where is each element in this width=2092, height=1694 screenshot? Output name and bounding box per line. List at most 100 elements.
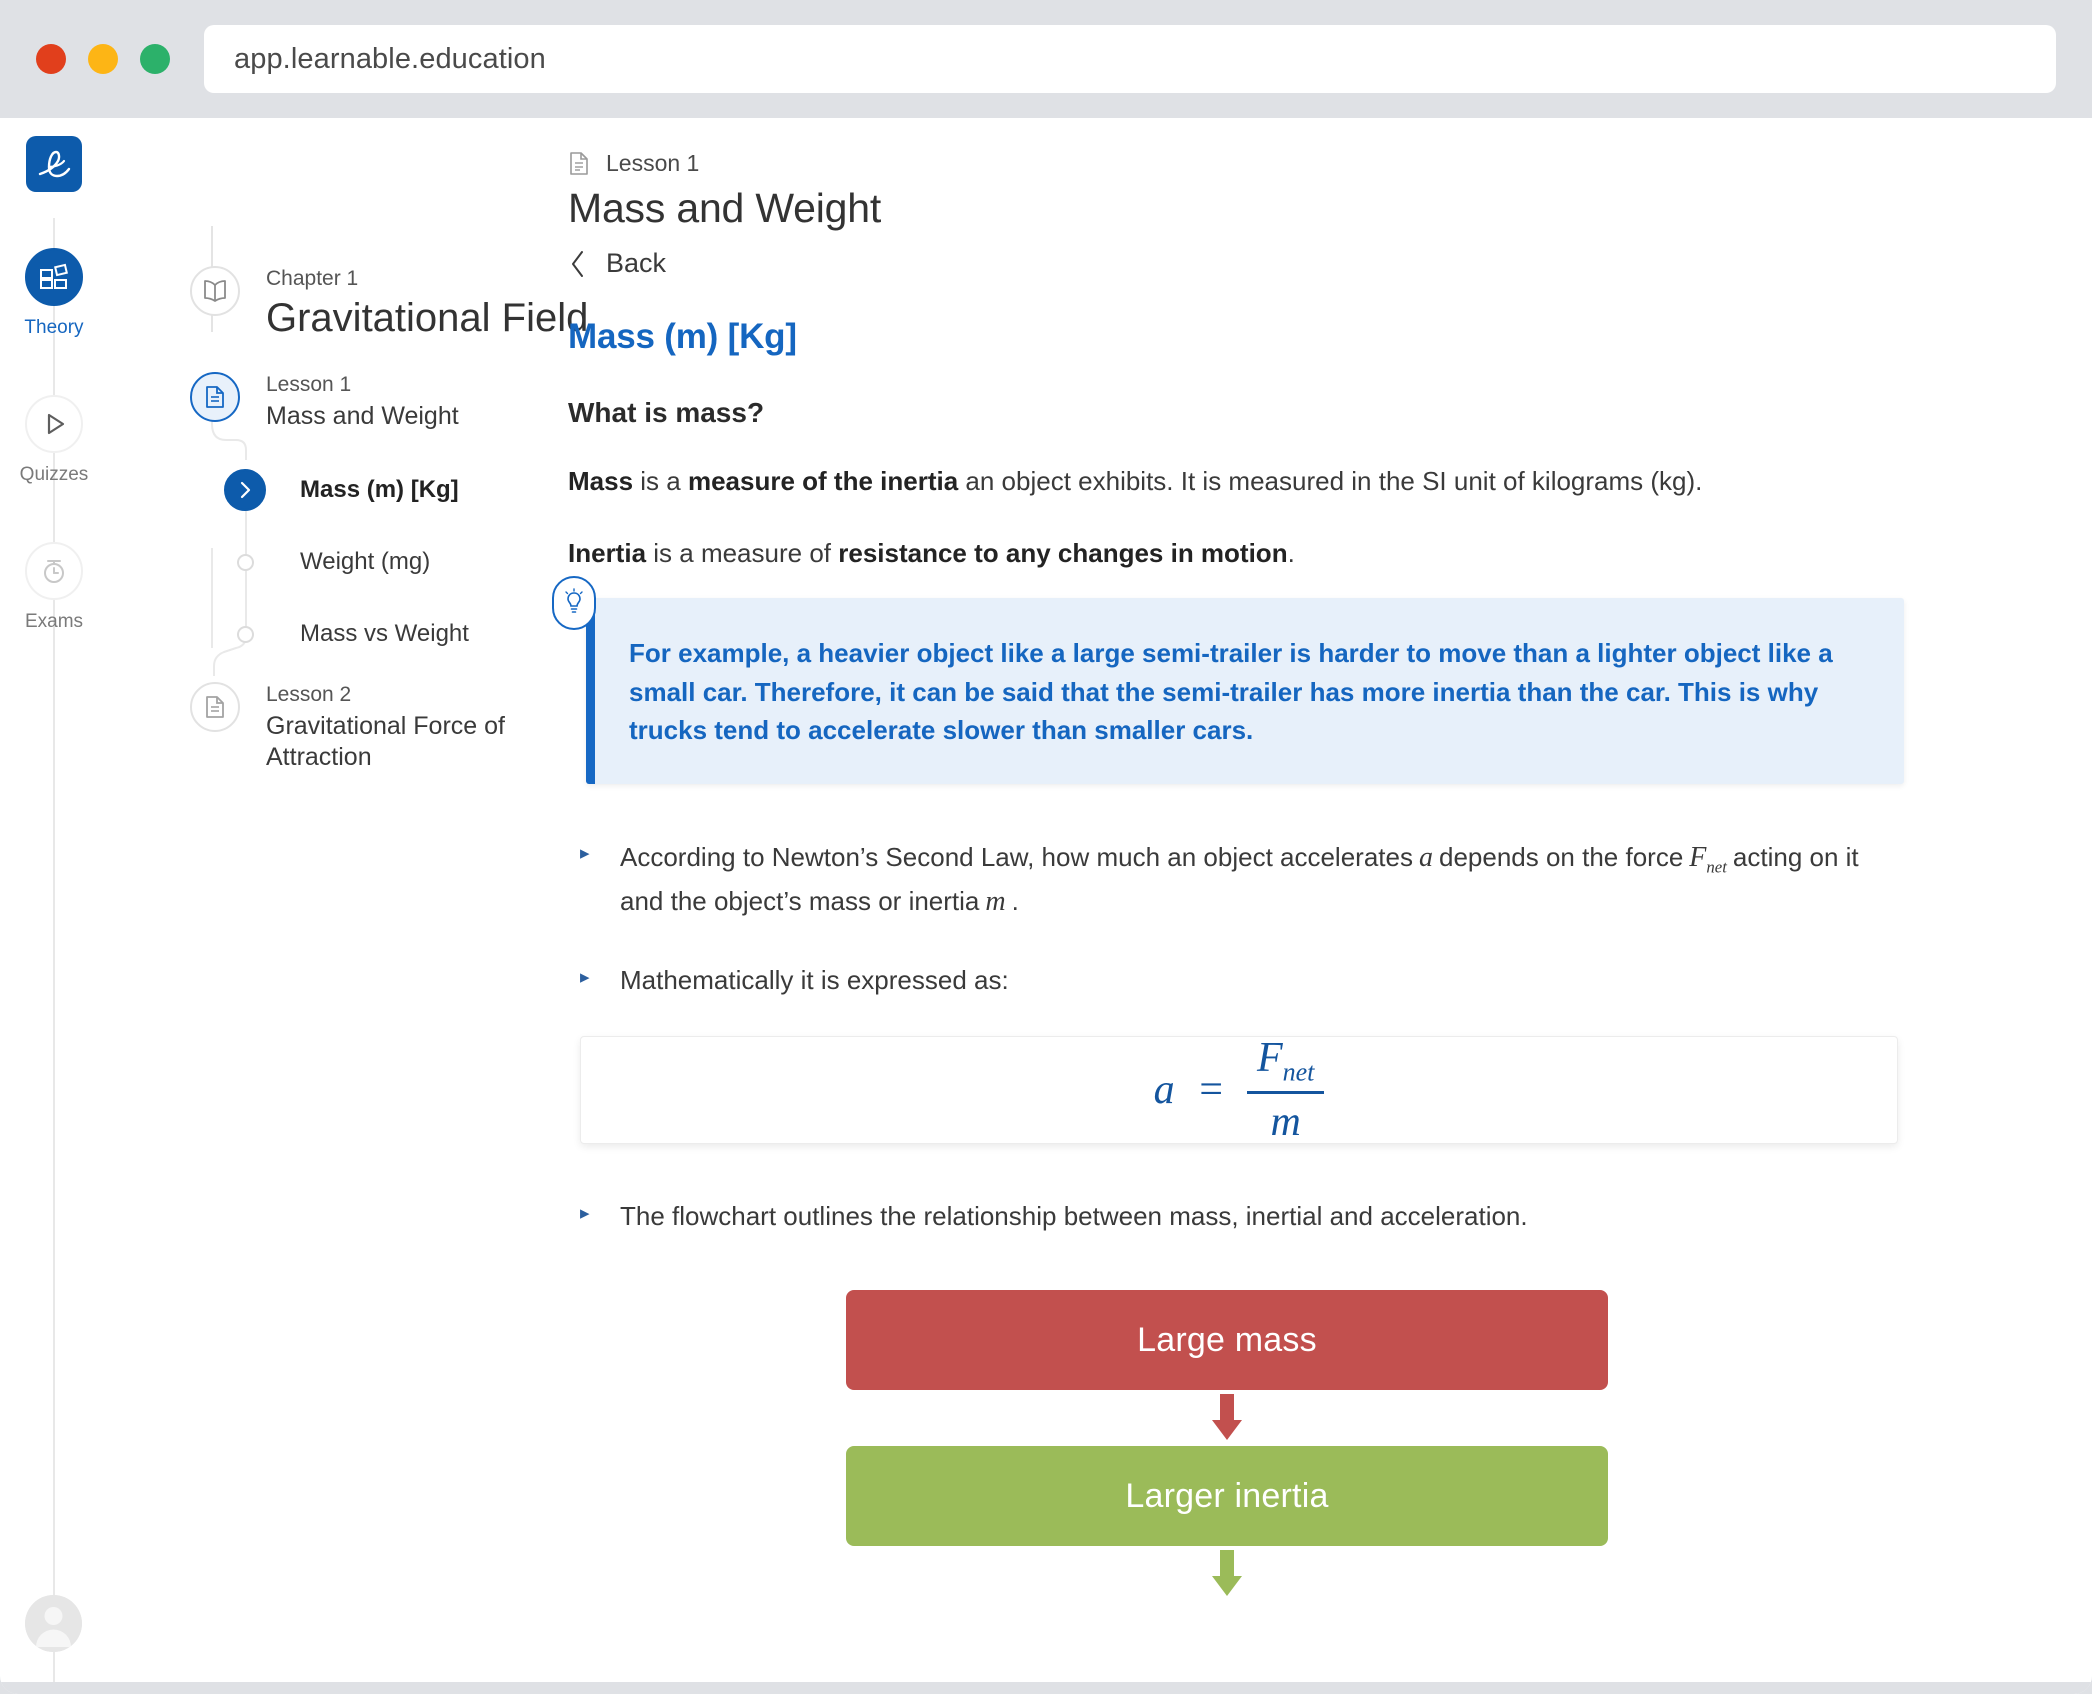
flowchart-node-large-mass: Large mass [846,1290,1608,1391]
exams-icon-circle [25,542,83,600]
formula-lhs: a [1153,1067,1175,1114]
bullet-triangle-icon: ▸ [580,966,590,988]
outline-subtopic-mass[interactable]: Mass (m) [Kg] [108,460,528,520]
flowchart: Large mass Larger inertia [568,1290,1886,1602]
math-symbol-a: a [1418,841,1433,873]
formula-acceleration: a = Fnet m [1154,1034,1325,1146]
content-lesson-eyebrow-label: Lesson 1 [606,150,700,176]
lesson-1-icon-circle [190,372,240,423]
callout-text: For example, a heavier object like a lar… [629,638,1833,746]
flowchart-arrow-down-red [1212,1394,1242,1441]
bullet-triangle-icon: ▸ [580,842,590,864]
bullet-math-expression-text: Mathematically it is expressed as: [620,964,1009,995]
chevron-left-icon [572,250,583,277]
app-logo[interactable] [26,136,82,192]
outline-chapter-row[interactable]: Chapter 1 Gravitational Field [108,266,588,342]
subtopic-dot [236,625,254,643]
flowchart-arrow-down-green [1212,1550,1242,1597]
user-avatar[interactable] [25,1595,82,1652]
bullet-1-mid: depends on the force [1438,841,1684,872]
paragraph-inertia-term2: resistance to any changes in motion [838,537,1288,568]
rail-item-exams[interactable]: Exams [0,542,108,633]
subtopic-dot [236,553,254,571]
formula-card: a = Fnet m [580,1034,1898,1146]
minimize-window-button[interactable] [88,44,118,74]
lesson-2-title: Gravitational Force of Attraction [266,711,505,771]
paragraph-mass-t1: is a [633,466,688,496]
logo-le-icon [38,150,71,178]
back-button-label: Back [606,248,667,278]
lesson-content-panel: Lesson 1 Mass and Weight Back Mass (m) [… [528,118,2092,1694]
course-outline-panel: Chapter 1 Gravitational Field Lesson 1 M… [108,118,588,1694]
subtopic-weight-text: Weight (mg) [274,548,430,576]
outline-subtopic-mass-vs-weight[interactable]: Mass vs Weight [108,604,528,664]
outline-subtopic-weight[interactable]: Weight (mg) [108,532,528,592]
paragraph-inertia-term: Inertia [568,537,647,568]
close-window-button[interactable] [36,44,66,74]
paragraph-inertia-t2: . [1287,537,1295,568]
math-symbol-m: m [985,886,1006,918]
browser-window: app.learnable.education Theory Quizzes E… [0,0,2092,1694]
paragraph-mass: Mass is a measure of the inertia an obje… [568,463,2022,501]
bullet-1-end: . [1011,886,1019,917]
lesson-1-text: Lesson 1 Mass and Weight [244,372,459,432]
callout-box: For example, a heavier object like a lar… [586,598,1904,784]
page-title: Mass and Weight [568,185,882,231]
document-icon [570,151,588,175]
outline-lesson-1-row[interactable]: Lesson 1 Mass and Weight [108,372,528,432]
section-heading: Mass (m) [Kg] [568,317,797,356]
rail-item-quizzes[interactable]: Quizzes [0,395,108,486]
rail-item-theory[interactable]: Theory [0,248,108,339]
content-lesson-eyebrow: Lesson 1 [568,150,2022,177]
browser-chrome-bar: app.learnable.education [0,0,2092,118]
lightbulb-icon [552,576,596,631]
book-icon [204,280,226,302]
bullet-newtons-law: ▸ According to Newton’s Second Law, how … [568,836,2022,924]
maximize-window-button[interactable] [140,44,170,74]
rail-label-theory: Theory [24,317,84,338]
formula-equals: = [1196,1067,1225,1114]
paragraph-inertia: Inertia is a measure of resistance to an… [568,535,2022,573]
question-heading: What is mass? [568,397,765,428]
paragraph-mass-term: Mass [568,466,634,496]
bullet-list: ▸ According to Newton’s Second Law, how … [568,836,2022,1237]
bullet-newtons-law-text: According to Newton’s Second Law, how mu… [620,836,1860,924]
lesson-1-node [186,372,244,423]
rail-label-exams: Exams [24,611,84,632]
subtopic-mass-text: Mass (m) [Kg] [274,476,459,504]
subtopic-weight-node [216,553,274,571]
stopwatch-icon [44,560,64,583]
chapter-node [186,266,244,316]
back-button[interactable]: Back [568,248,2022,279]
subtopic-label-mass-vs-weight: Mass vs Weight [300,620,469,648]
subtopic-label-weight: Weight (mg) [300,548,431,576]
formula-numerator: Fnet [1246,1034,1325,1095]
window-bottom-strip [0,1682,2092,1694]
app-shell: Theory Quizzes Exams Chapter 1 Gravitati… [0,118,2092,1694]
quizzes-icon-circle [25,395,83,453]
flowchart-node-larger-inertia: Larger inertia [846,1446,1608,1547]
theory-icon-circle [25,248,83,306]
lesson-2-node [186,682,244,733]
grid-blocks-icon [40,263,68,289]
chevron-right-icon [240,482,251,499]
subtopic-chevron-circle[interactable] [224,469,266,512]
subtopic-mvw-text: Mass vs Weight [274,620,469,648]
chapter-icon-circle [190,266,240,316]
example-callout: For example, a heavier object like a lar… [552,576,2022,784]
address-bar-input[interactable]: app.learnable.education [204,25,2056,93]
subtopic-label-mass: Mass (m) [Kg] [300,476,459,504]
address-bar-url: app.learnable.education [234,42,546,75]
window-traffic-lights [36,44,170,74]
lesson-2-text: Lesson 2 Gravitational Force of Attracti… [244,682,528,773]
play-triangle-icon [47,413,65,435]
subtopic-mvw-node [216,625,274,643]
paragraph-mass-term2: measure of the inertia [687,466,959,496]
lesson-1-title: Mass and Weight [266,401,459,430]
lesson-2-icon-circle [190,682,240,733]
lesson-1-eyebrow: Lesson 1 [266,373,352,397]
left-nav-rail: Theory Quizzes Exams [0,118,108,1694]
bullet-math-expression: ▸ Mathematically it is expressed as: [568,960,2022,1000]
outline-lesson-2-row[interactable]: Lesson 2 Gravitational Force of Attracti… [108,682,528,773]
rail-label-quizzes: Quizzes [19,464,89,485]
